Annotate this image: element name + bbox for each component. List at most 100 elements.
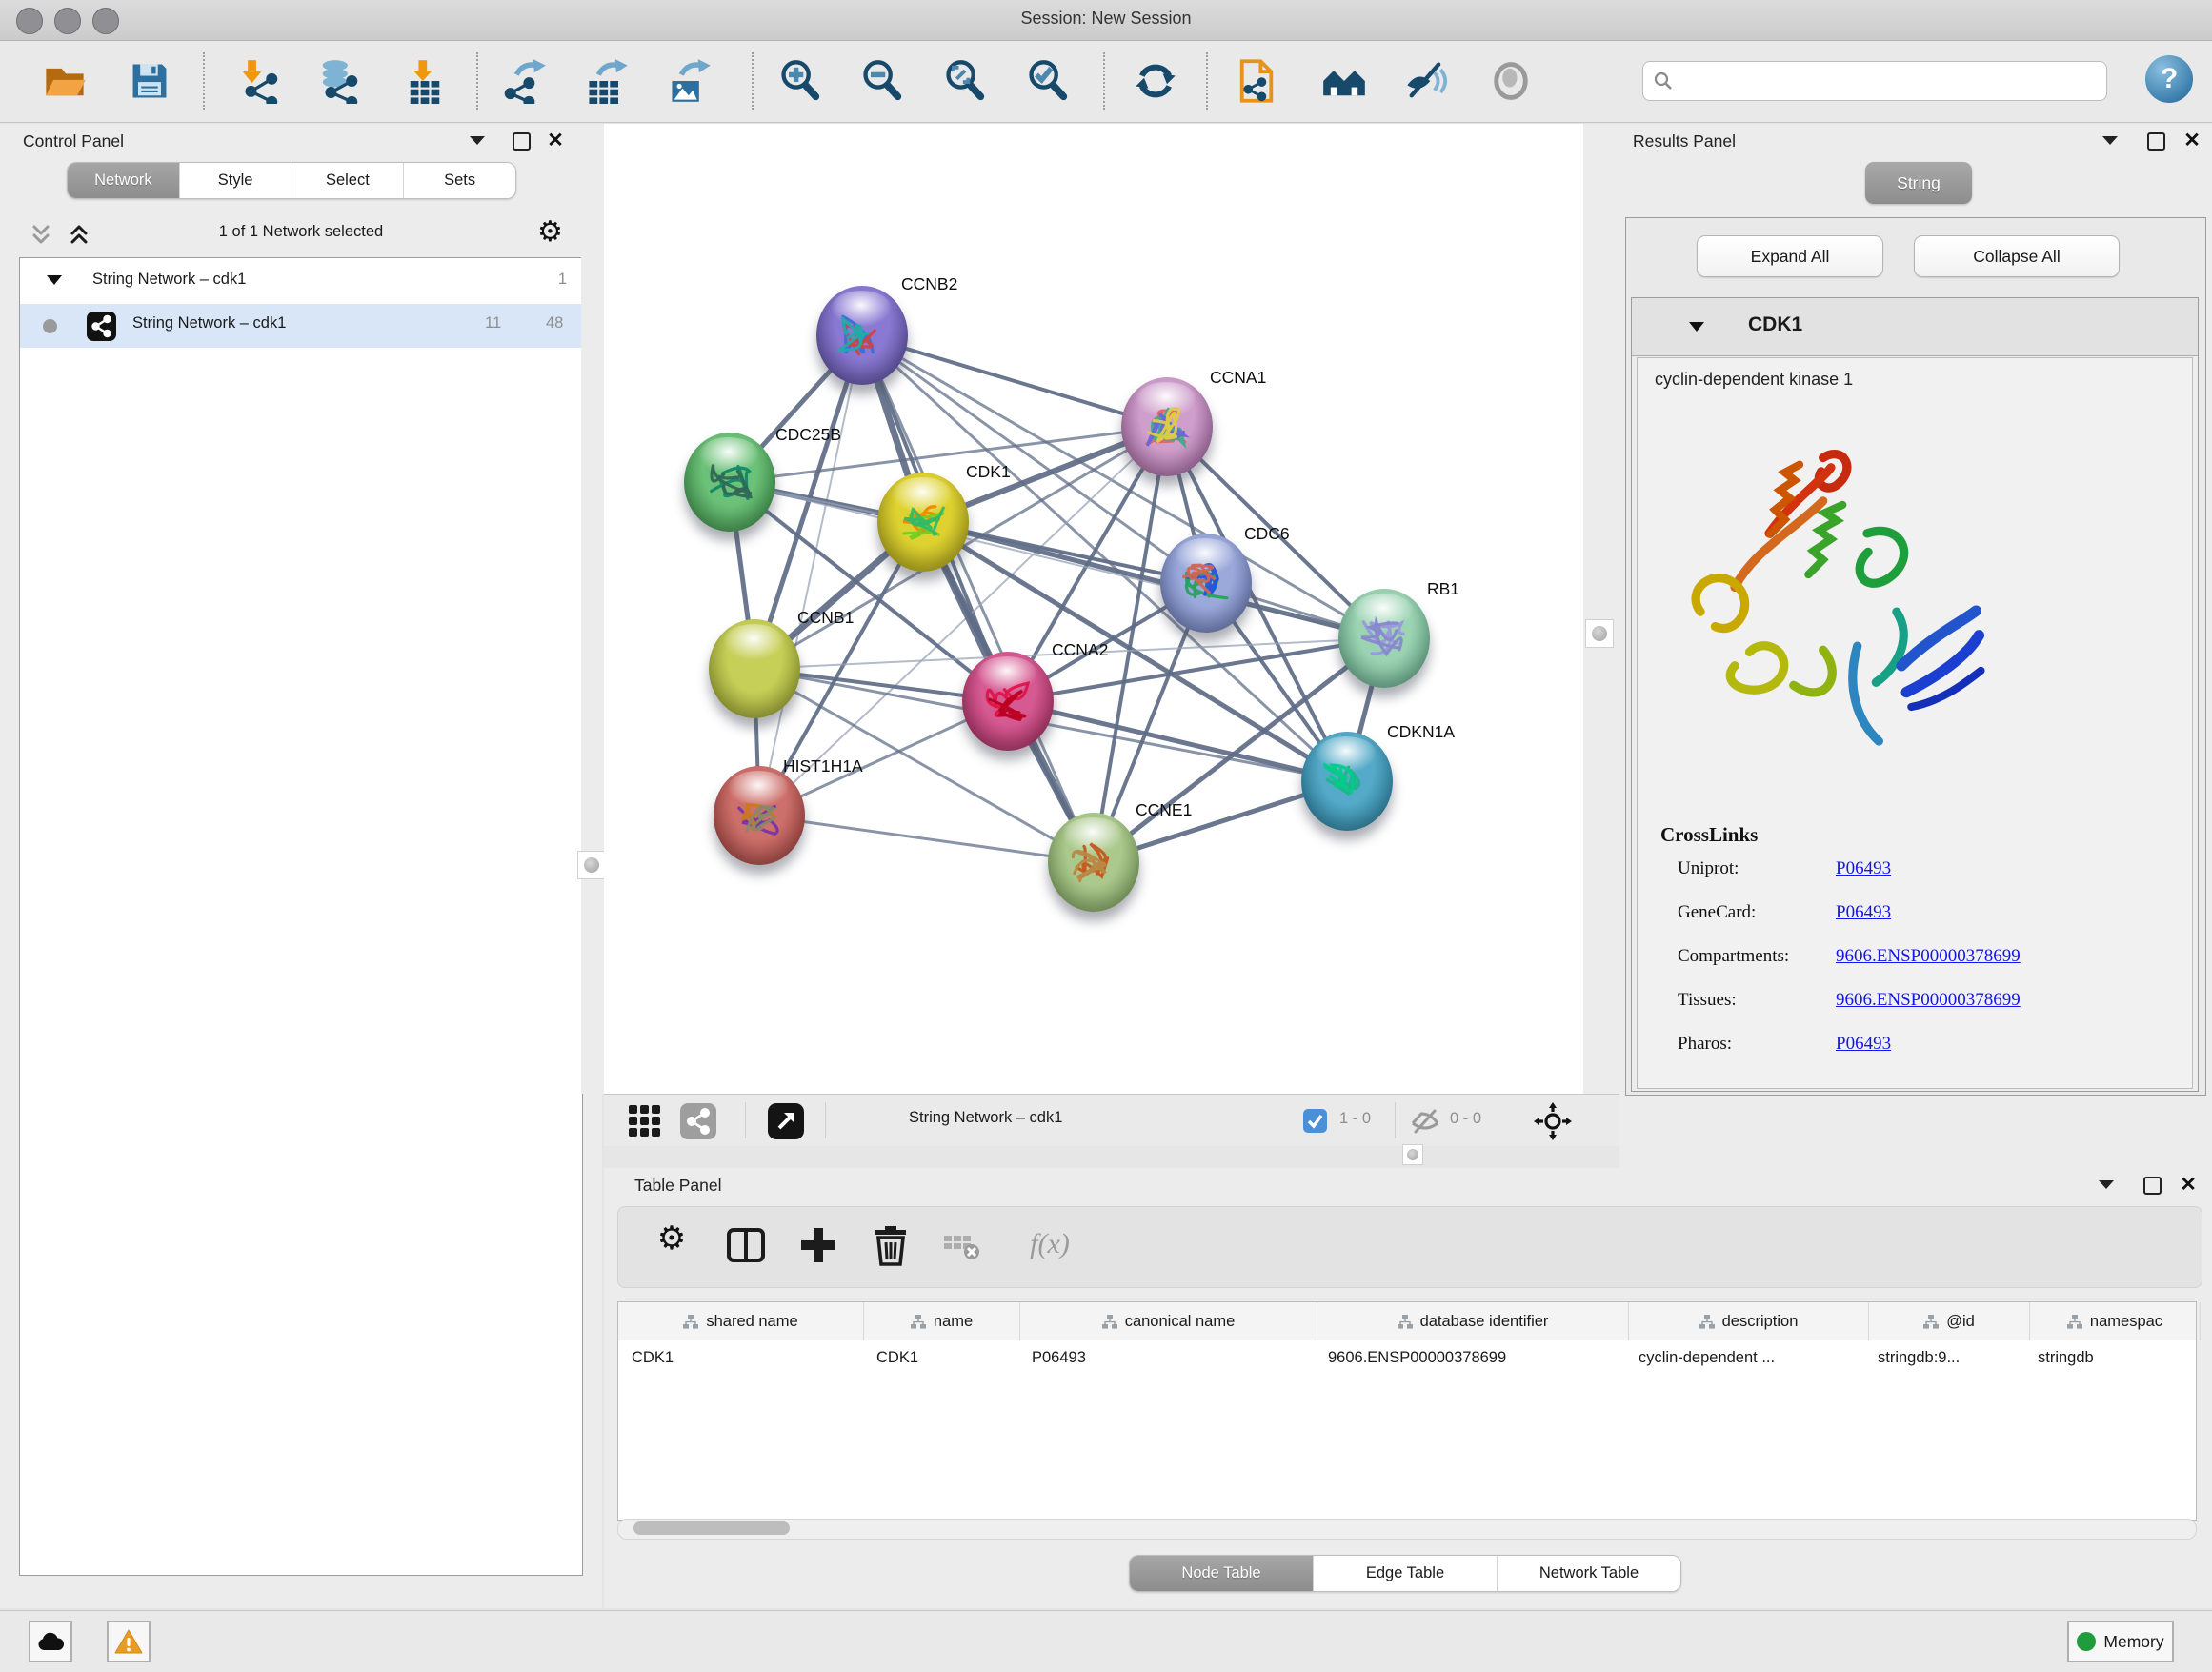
- control-panel-float-icon[interactable]: [507, 129, 535, 153]
- network-node-CCNB1[interactable]: [709, 619, 800, 718]
- cloud-status-button[interactable]: [29, 1621, 72, 1662]
- tab-node-table[interactable]: Node Table: [1130, 1556, 1314, 1591]
- export-table-icon[interactable]: [584, 58, 630, 104]
- tab-style[interactable]: Style: [180, 163, 292, 198]
- export-image-icon[interactable]: [667, 58, 713, 104]
- warning-status-button[interactable]: [107, 1621, 151, 1662]
- network-node-CCNA1[interactable]: [1121, 377, 1213, 476]
- import-table-icon[interactable]: [402, 58, 448, 104]
- column-header-name[interactable]: name: [864, 1302, 1020, 1340]
- network-node-CCNE1[interactable]: [1048, 813, 1139, 912]
- network-document-icon[interactable]: [1234, 58, 1279, 104]
- selected-checkbox-icon[interactable]: [1303, 1109, 1327, 1133]
- results-panel-menu-icon[interactable]: [2096, 129, 2124, 153]
- save-session-icon[interactable]: [127, 58, 172, 104]
- horizontal-splitter-handle[interactable]: [1402, 1144, 1423, 1165]
- crosslink-link[interactable]: P06493: [1836, 1034, 1891, 1055]
- window-title: Session: New Session: [0, 9, 2212, 29]
- node-result-content: cyclin-dependent kinase 1: [1637, 357, 2193, 1089]
- delete-column-icon[interactable]: [868, 1224, 914, 1270]
- left-splitter[interactable]: [581, 124, 604, 1094]
- hidden-eye-slash-icon[interactable]: [1410, 1107, 1440, 1136]
- table-options-gear-icon[interactable]: ⚙: [649, 1224, 694, 1270]
- network-list: String Network – cdk1 1 String Network –…: [19, 257, 583, 1576]
- results-panel-close-icon[interactable]: ✕: [2178, 129, 2206, 153]
- node-label-HIST1H1A: HIST1H1A: [783, 756, 863, 776]
- open-in-window-icon[interactable]: [768, 1103, 804, 1139]
- crosslink-link[interactable]: 9606.ENSP00000378699: [1836, 990, 2021, 1011]
- node-result-header[interactable]: CDK1: [1632, 298, 2198, 356]
- delete-table-icon[interactable]: [938, 1224, 984, 1270]
- network-node-HIST1H1A[interactable]: [714, 766, 805, 865]
- results-panel-float-icon[interactable]: [2142, 129, 2170, 153]
- table-header-row: shared namenamecanonical namedatabase id…: [618, 1302, 2196, 1341]
- section-expander-icon[interactable]: [1689, 322, 1704, 332]
- table-horizontal-scrollbar[interactable]: [617, 1519, 2197, 1540]
- network-node-RB1[interactable]: [1338, 589, 1430, 688]
- add-column-icon[interactable]: [795, 1224, 841, 1270]
- right-splitter[interactable]: [1583, 124, 1619, 1094]
- tab-edge-table[interactable]: Edge Table: [1314, 1556, 1498, 1591]
- grid-view-icon[interactable]: [627, 1103, 663, 1139]
- column-header-database-identifier[interactable]: database identifier: [1317, 1302, 1629, 1340]
- network-node-CCNB2[interactable]: [816, 286, 908, 385]
- column-header-@id[interactable]: @id: [1869, 1302, 2030, 1340]
- zoom-selected-icon[interactable]: [1025, 58, 1071, 104]
- search-input[interactable]: [1678, 66, 2101, 96]
- collection-expander-icon[interactable]: [47, 275, 62, 285]
- eye-lens-icon[interactable]: [1488, 58, 1534, 104]
- network-collection-row[interactable]: String Network – cdk1 1: [20, 260, 582, 304]
- tab-network-table[interactable]: Network Table: [1498, 1556, 1680, 1591]
- network-options-gear-icon[interactable]: ⚙: [537, 218, 563, 247]
- network-node-CDC25B[interactable]: [684, 433, 775, 532]
- column-header-namespac[interactable]: namespac: [2030, 1302, 2201, 1340]
- export-network-icon[interactable]: [502, 58, 548, 104]
- tab-select[interactable]: Select: [292, 163, 405, 198]
- import-network-database-icon[interactable]: [314, 58, 360, 104]
- network-row-selected[interactable]: String Network – cdk1 11 48: [20, 304, 582, 348]
- zoom-out-icon[interactable]: [859, 58, 905, 104]
- crosslink-link[interactable]: P06493: [1836, 858, 1891, 879]
- home-pair-icon[interactable]: [1321, 58, 1367, 104]
- network-node-CDK1[interactable]: [877, 473, 969, 572]
- table-panel-close-icon[interactable]: ✕: [2174, 1173, 2202, 1198]
- cell-shared-name: CDK1: [618, 1340, 863, 1379]
- network-node-CDC6[interactable]: [1160, 534, 1252, 633]
- control-panel-menu-icon[interactable]: [463, 129, 492, 153]
- hide-panel-eye-icon[interactable]: [1403, 58, 1449, 104]
- crosslink-label: Pharos:: [1678, 1034, 1732, 1055]
- control-panel-close-icon[interactable]: ✕: [541, 129, 570, 153]
- crosslink-link[interactable]: P06493: [1836, 902, 1891, 923]
- column-header-description[interactable]: description: [1629, 1302, 1869, 1340]
- show-columns-icon[interactable]: [723, 1224, 769, 1270]
- table-row[interactable]: CDK1CDK1P064939606.ENSP00000378699cyclin…: [618, 1340, 2196, 1379]
- import-network-file-icon[interactable]: [234, 58, 280, 104]
- table-panel-menu-icon[interactable]: [2092, 1173, 2121, 1198]
- column-header-shared-name[interactable]: shared name: [618, 1302, 864, 1340]
- zoom-in-icon[interactable]: [777, 58, 823, 104]
- function-builder-icon[interactable]: f(x): [1007, 1224, 1093, 1274]
- open-session-icon[interactable]: [42, 58, 88, 104]
- birdseye-crosshair-icon[interactable]: [1534, 1102, 1572, 1140]
- right-splitter-handle[interactable]: [1585, 619, 1614, 648]
- expand-all-button[interactable]: Expand All: [1697, 235, 1883, 277]
- node-result-group: CDK1 cyclin-dependent kinase 1: [1631, 297, 2199, 1092]
- help-icon[interactable]: ?: [2145, 55, 2193, 103]
- crosslink-link[interactable]: 9606.ENSP00000378699: [1836, 946, 2021, 967]
- network-canvas[interactable]: CCNB2CCNA1CDC25BCDK1CDC6RB1CCNB1CCNA2CDK…: [604, 124, 1583, 1094]
- table-panel-float-icon[interactable]: [2138, 1173, 2166, 1198]
- tab-sets[interactable]: Sets: [404, 163, 515, 198]
- collapse-all-button[interactable]: Collapse All: [1914, 235, 2120, 277]
- network-node-CCNA2[interactable]: [962, 652, 1054, 751]
- scrollbar-thumb[interactable]: [633, 1521, 790, 1535]
- left-splitter-handle[interactable]: [577, 851, 606, 879]
- tab-string[interactable]: String: [1865, 162, 1972, 204]
- network-node-CDKN1A[interactable]: [1301, 732, 1393, 831]
- memory-button[interactable]: Memory: [2067, 1621, 2174, 1662]
- node-label-CDC6: CDC6: [1244, 524, 1290, 544]
- tab-network[interactable]: Network: [68, 163, 180, 198]
- refresh-layout-icon[interactable]: [1133, 58, 1178, 104]
- share-view-icon[interactable]: [680, 1103, 716, 1139]
- zoom-fit-icon[interactable]: [942, 58, 988, 104]
- column-header-canonical-name[interactable]: canonical name: [1020, 1302, 1317, 1340]
